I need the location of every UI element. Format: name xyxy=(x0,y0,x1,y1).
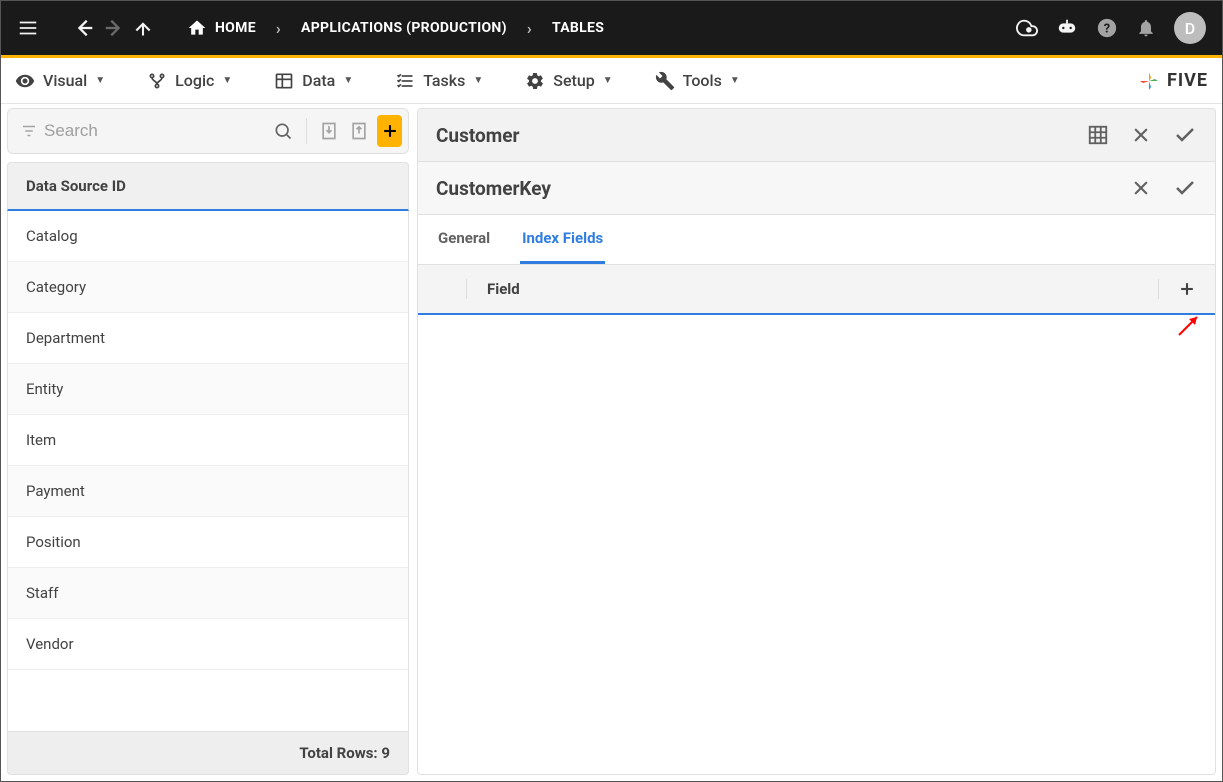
breadcrumb-tables[interactable]: TABLES xyxy=(552,20,604,36)
breadcrumb: HOME › APPLICATIONS (PRODUCTION) › TABLE… xyxy=(187,18,604,38)
chat-icon[interactable] xyxy=(1056,17,1078,39)
menu-visual[interactable]: Visual ▼ xyxy=(15,71,105,91)
list-footer: Total Rows: 9 xyxy=(7,732,409,775)
left-panel: Data Source ID CatalogCategoryDepartment… xyxy=(7,104,409,775)
field-column-label: Field xyxy=(487,280,520,298)
caret-down-icon: ▼ xyxy=(730,75,740,86)
list-item[interactable]: Catalog xyxy=(8,211,408,262)
avatar[interactable]: D xyxy=(1174,12,1206,44)
list-item[interactable]: Staff xyxy=(8,568,408,619)
detail-header: Customer xyxy=(418,109,1215,162)
tab-index-fields[interactable]: Index Fields xyxy=(520,215,605,264)
svg-text:?: ? xyxy=(1104,22,1110,37)
forward-icon xyxy=(103,17,125,39)
tab-label: Index Fields xyxy=(522,229,603,247)
cloud-icon[interactable] xyxy=(1016,17,1038,39)
breadcrumb-home[interactable]: HOME xyxy=(187,18,256,38)
menu-tools[interactable]: Tools ▼ xyxy=(655,71,740,91)
brand-text: FIVE xyxy=(1167,70,1208,91)
avatar-letter: D xyxy=(1185,19,1195,38)
menu-logic[interactable]: Logic ▼ xyxy=(147,71,232,91)
field-table-header: Field xyxy=(418,265,1215,315)
right-panel: Customer CustomerKey xyxy=(417,108,1216,775)
caret-down-icon: ▼ xyxy=(603,75,613,86)
download-icon[interactable] xyxy=(316,115,341,147)
check-icon[interactable] xyxy=(1173,123,1197,147)
list-header-label: Data Source ID xyxy=(26,177,126,195)
grid-icon[interactable] xyxy=(1087,124,1109,146)
menu-label: Data xyxy=(302,71,335,90)
brand-logo: FIVE xyxy=(1137,69,1208,93)
list-item[interactable]: Payment xyxy=(8,466,408,517)
chevron-right-icon: › xyxy=(527,19,532,38)
menu-setup[interactable]: Setup ▼ xyxy=(525,71,612,91)
chevron-right-icon: › xyxy=(276,19,281,38)
list-item[interactable]: Category xyxy=(8,262,408,313)
check-icon[interactable] xyxy=(1173,176,1197,200)
detail-subheader: CustomerKey xyxy=(418,162,1215,215)
upload-icon[interactable] xyxy=(347,115,372,147)
breadcrumb-label: APPLICATIONS (PRODUCTION) xyxy=(301,20,507,36)
menu-label: Logic xyxy=(175,71,214,90)
main-area: Data Source ID CatalogCategoryDepartment… xyxy=(1,104,1222,781)
caret-down-icon: ▼ xyxy=(343,75,353,86)
breadcrumb-applications[interactable]: APPLICATIONS (PRODUCTION) xyxy=(301,20,507,36)
caret-down-icon: ▼ xyxy=(473,75,483,86)
tab-label: General xyxy=(438,229,490,247)
search-input[interactable] xyxy=(44,121,265,141)
menu-data[interactable]: Data ▼ xyxy=(274,71,353,91)
list-item[interactable]: Vendor xyxy=(8,619,408,670)
caret-down-icon: ▼ xyxy=(95,75,105,86)
up-icon[interactable] xyxy=(133,18,153,38)
field-table-body xyxy=(418,315,1215,774)
add-field-button[interactable] xyxy=(1158,279,1197,299)
menu-label: Visual xyxy=(43,71,87,90)
add-button[interactable] xyxy=(377,115,402,147)
search-row xyxy=(7,108,409,154)
back-icon[interactable] xyxy=(73,17,95,39)
menu-label: Tools xyxy=(683,71,722,90)
menu-icon[interactable] xyxy=(17,17,39,39)
detail-tabs: General Index Fields xyxy=(418,215,1215,265)
tab-general[interactable]: General xyxy=(436,215,492,264)
filter-icon[interactable] xyxy=(20,115,38,147)
close-icon[interactable] xyxy=(1131,125,1151,145)
divider xyxy=(466,279,467,299)
caret-down-icon: ▼ xyxy=(222,75,232,86)
list-body: CatalogCategoryDepartmentEntityItemPayme… xyxy=(7,211,409,732)
breadcrumb-label: HOME xyxy=(215,20,256,36)
menubar: Visual ▼ Logic ▼ Data ▼ Tasks ▼ Setup ▼ … xyxy=(1,58,1222,104)
bell-icon[interactable] xyxy=(1136,18,1156,38)
menu-tasks[interactable]: Tasks ▼ xyxy=(395,71,483,91)
list-item[interactable]: Entity xyxy=(8,364,408,415)
list-footer-label: Total Rows: 9 xyxy=(299,744,390,762)
close-icon[interactable] xyxy=(1131,178,1151,198)
list-item[interactable]: Item xyxy=(8,415,408,466)
list-item[interactable]: Position xyxy=(8,517,408,568)
detail-subtitle: CustomerKey xyxy=(436,177,551,200)
menu-label: Tasks xyxy=(423,71,465,90)
top-navbar: HOME › APPLICATIONS (PRODUCTION) › TABLE… xyxy=(1,1,1222,55)
help-icon[interactable]: ? xyxy=(1096,17,1118,39)
menu-label: Setup xyxy=(553,71,594,90)
detail-title: Customer xyxy=(436,124,519,147)
breadcrumb-label: TABLES xyxy=(552,20,604,36)
list-item[interactable]: Department xyxy=(8,313,408,364)
list-header[interactable]: Data Source ID xyxy=(7,162,409,211)
search-icon[interactable] xyxy=(271,115,296,147)
